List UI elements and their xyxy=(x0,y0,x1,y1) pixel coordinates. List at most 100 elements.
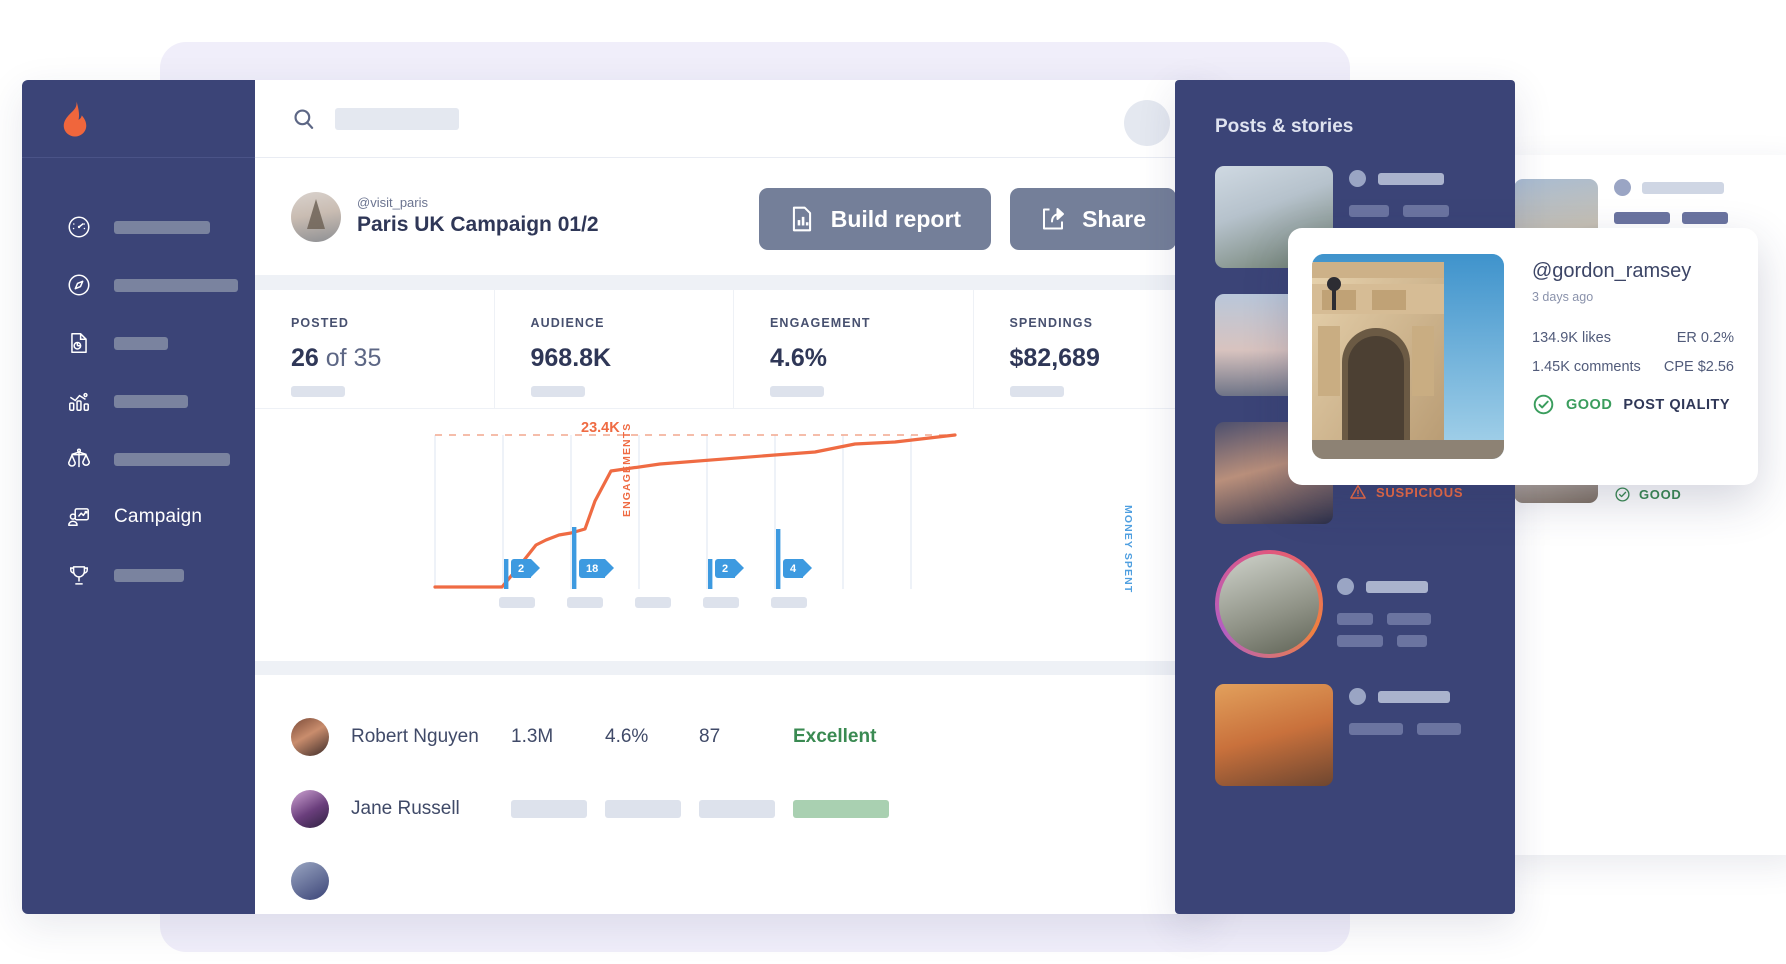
x-axis-placeholder xyxy=(771,597,807,608)
sidebar-item-analytics[interactable] xyxy=(22,372,255,430)
main-content: @visit_paris Paris UK Campaign 01/2 Buil… xyxy=(255,80,1212,914)
row-name: Jane Russell xyxy=(351,798,460,819)
row-name: Robert Nguyen xyxy=(351,726,479,747)
sidebar-item-label xyxy=(114,452,230,466)
page-title: Paris UK Campaign 01/2 xyxy=(357,212,599,236)
stats-row: POSTED 26 of 35 AUDIENCE 968.8K ENGAGEME… xyxy=(255,290,1212,408)
report-document-icon xyxy=(66,330,92,356)
sidebar-item-discover[interactable] xyxy=(22,256,255,314)
name-placeholder xyxy=(1366,580,1428,593)
share-button[interactable]: Share xyxy=(1010,188,1176,250)
sidebar-item-label xyxy=(114,568,184,582)
search-icon[interactable] xyxy=(291,106,317,132)
post-username: @gordon_ramsey xyxy=(1532,260,1692,282)
stat-label: ENGAGEMENT xyxy=(770,316,871,330)
campaign-presentation-icon xyxy=(66,504,92,530)
avatar xyxy=(1614,179,1631,196)
x-axis-placeholder xyxy=(499,597,535,608)
avatar xyxy=(291,718,329,756)
story-ring[interactable] xyxy=(1215,550,1323,658)
section-divider xyxy=(255,276,1212,290)
posts-and-stories-panel: Posts & stories SUSPICIOUS xyxy=(1175,80,1515,914)
post-thumb-sunset-rooftop[interactable] xyxy=(1215,684,1333,786)
avatar xyxy=(291,790,329,828)
post-er: ER 0.2% xyxy=(1676,330,1734,346)
bar-value-badge: 18 xyxy=(579,559,615,578)
warning-triangle-icon xyxy=(1349,483,1367,501)
check-circle-icon xyxy=(1614,486,1631,503)
x-axis-placeholder xyxy=(567,597,603,608)
stat-value: 26 of 35 xyxy=(291,344,382,372)
campaign-avatar xyxy=(291,191,341,242)
sidebar: Campaign xyxy=(22,80,255,914)
chart-y-axis-label: ENGAGEMENTS xyxy=(621,422,633,517)
post-cpe: CPE $2.56 xyxy=(1663,359,1734,375)
row-score: 87 xyxy=(699,726,721,747)
table-row[interactable]: Robert Nguyen 1.3M 4.6% 87 Excellent xyxy=(291,701,1176,773)
build-report-button[interactable]: Build report xyxy=(758,188,992,250)
trophy-icon xyxy=(66,562,92,588)
status-badge xyxy=(793,800,889,818)
stat-placeholder xyxy=(1009,386,1064,397)
x-axis-placeholder xyxy=(635,597,671,608)
row-engagement xyxy=(605,800,699,818)
report-chart-icon xyxy=(789,205,815,233)
post-thumb-paris-balcony xyxy=(1219,554,1319,654)
sidebar-item-reports[interactable] xyxy=(22,314,255,372)
metric-placeholder xyxy=(1682,212,1728,224)
sidebar-item-awards[interactable] xyxy=(22,546,255,604)
avatar xyxy=(291,862,329,900)
stat-placeholder xyxy=(530,386,585,397)
stat-audience: AUDIENCE 968.8K xyxy=(495,290,734,408)
bar-value-badge: 2 xyxy=(715,559,745,578)
quality-label: POST QIALITY xyxy=(1623,396,1731,413)
status-label: SUSPICIOUS xyxy=(1376,484,1464,500)
metric-placeholder xyxy=(1337,635,1383,647)
table-row[interactable] xyxy=(291,845,1176,914)
campaign-header: @visit_paris Paris UK Campaign 01/2 Buil… xyxy=(255,158,1212,276)
post-meta xyxy=(1337,550,1487,658)
bar-value-badge: 2 xyxy=(511,559,541,578)
list-item[interactable] xyxy=(1215,684,1515,786)
sidebar-item-label xyxy=(114,278,238,292)
sidebar-item-dashboard[interactable] xyxy=(22,198,255,256)
sidebar-item-compare[interactable] xyxy=(22,430,255,488)
sidebar-item-label xyxy=(114,394,188,408)
metric-placeholder xyxy=(1337,613,1373,625)
list-item[interactable] xyxy=(1215,550,1515,658)
stat-posted: POSTED 26 of 35 xyxy=(255,290,495,408)
post-timestamp: 3 days ago xyxy=(1532,290,1594,304)
post-meta xyxy=(1349,684,1499,786)
metric-placeholder xyxy=(1397,635,1427,647)
name-placeholder xyxy=(1378,690,1450,703)
header-actions: Build report Share xyxy=(758,188,1176,250)
flame-icon xyxy=(60,101,90,137)
engagement-chart: 23.4K ENGAGEMENTS MONEY SPENT 2 18 2 4 xyxy=(255,409,1212,657)
quality-value: GOOD xyxy=(1566,396,1613,413)
topbar xyxy=(255,80,1212,158)
metric-placeholder xyxy=(1387,613,1431,625)
build-report-label: Build report xyxy=(830,205,962,232)
section-divider xyxy=(255,661,1212,675)
sidebar-item-label xyxy=(114,220,210,234)
share-label: Share xyxy=(1082,205,1146,232)
bar-chart-icon xyxy=(66,388,92,414)
avatar xyxy=(1337,578,1354,595)
post-metrics: 134.9K likes ER 0.2% 1.45K comments CPE … xyxy=(1532,330,1734,375)
metric-placeholder xyxy=(1417,723,1461,735)
metric-placeholder xyxy=(1349,205,1389,217)
metric-placeholder xyxy=(1614,212,1670,224)
metric-placeholder xyxy=(1349,723,1403,735)
app-logo[interactable] xyxy=(22,80,255,158)
bar-value-badge: 4 xyxy=(783,559,813,578)
balance-scales-icon xyxy=(66,446,92,472)
chart-canvas xyxy=(433,433,957,589)
stat-value: 4.6% xyxy=(770,344,827,372)
avatar[interactable] xyxy=(1124,100,1170,146)
post-detail-info: @gordon_ramsey 3 days ago 134.9K likes E… xyxy=(1532,254,1734,459)
influencer-table: Robert Nguyen 1.3M 4.6% 87 Excellent Jan… xyxy=(255,675,1212,914)
search-input[interactable] xyxy=(335,107,459,130)
sidebar-item-campaign[interactable]: Campaign xyxy=(22,488,255,546)
table-row[interactable]: Jane Russell xyxy=(291,773,1176,845)
arc-de-triomphe-photo xyxy=(1312,254,1504,459)
